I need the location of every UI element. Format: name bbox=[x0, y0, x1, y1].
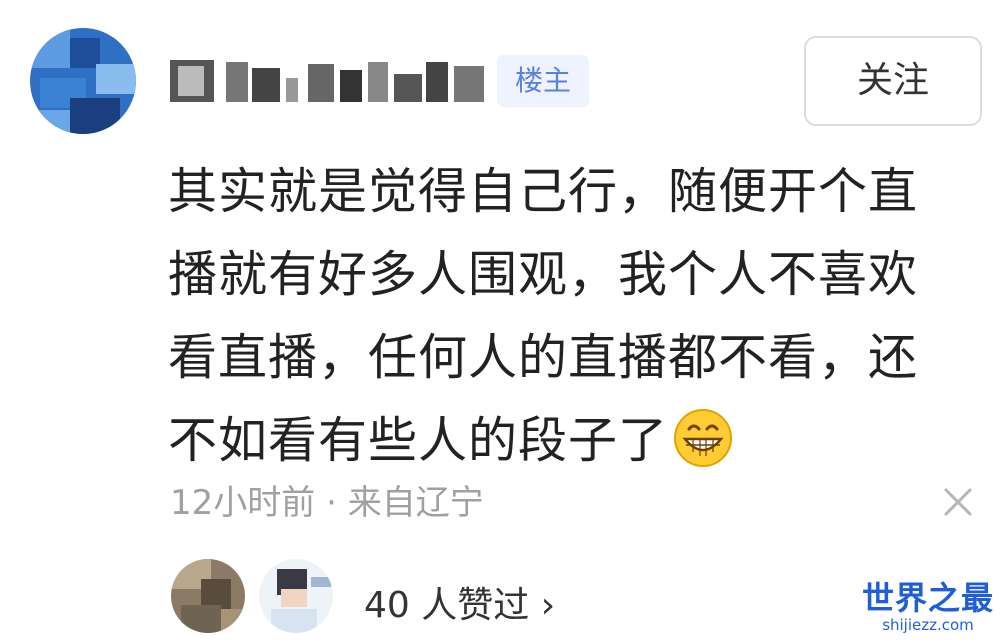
op-badge: 楼主 bbox=[497, 55, 589, 107]
follow-button[interactable]: 关注 bbox=[804, 36, 982, 126]
comment-line: 不如看有些人的段子了 bbox=[168, 412, 669, 469]
chevron-right-icon: › bbox=[540, 585, 556, 626]
watermark-url: shijiezz.com bbox=[882, 616, 974, 634]
close-icon[interactable] bbox=[940, 484, 976, 520]
author-username-obscured[interactable] bbox=[168, 52, 490, 110]
likes-count-label: 40 人赞过 bbox=[364, 585, 530, 626]
liker-avatar[interactable] bbox=[168, 556, 248, 636]
comment-body: 其实就是觉得自己行，随便开个直 播就有好多人围观，我个人不喜欢 看直播，任何人的… bbox=[168, 150, 968, 482]
comment-line: 其实就是觉得自己行，随便开个直 bbox=[168, 163, 919, 220]
meta-separator: · bbox=[326, 483, 337, 523]
site-watermark: 世界之最 shijiezz.com bbox=[862, 580, 994, 634]
watermark-title: 世界之最 bbox=[862, 579, 995, 617]
grinning-emoji-icon bbox=[672, 407, 734, 469]
comment-meta: 12小时前 · 来自辽宁 bbox=[170, 475, 484, 524]
comment-line: 播就有好多人围观，我个人不喜欢 bbox=[168, 246, 919, 303]
author-avatar[interactable] bbox=[30, 28, 136, 134]
likes-count-link[interactable]: 40 人赞过 › bbox=[364, 576, 555, 628]
comment-location: 来自辽宁 bbox=[347, 483, 484, 523]
liker-avatar[interactable] bbox=[256, 556, 336, 636]
comment-time: 12小时前 bbox=[170, 483, 316, 523]
comment-line: 看直播，任何人的直播都不看，还 bbox=[168, 329, 919, 386]
